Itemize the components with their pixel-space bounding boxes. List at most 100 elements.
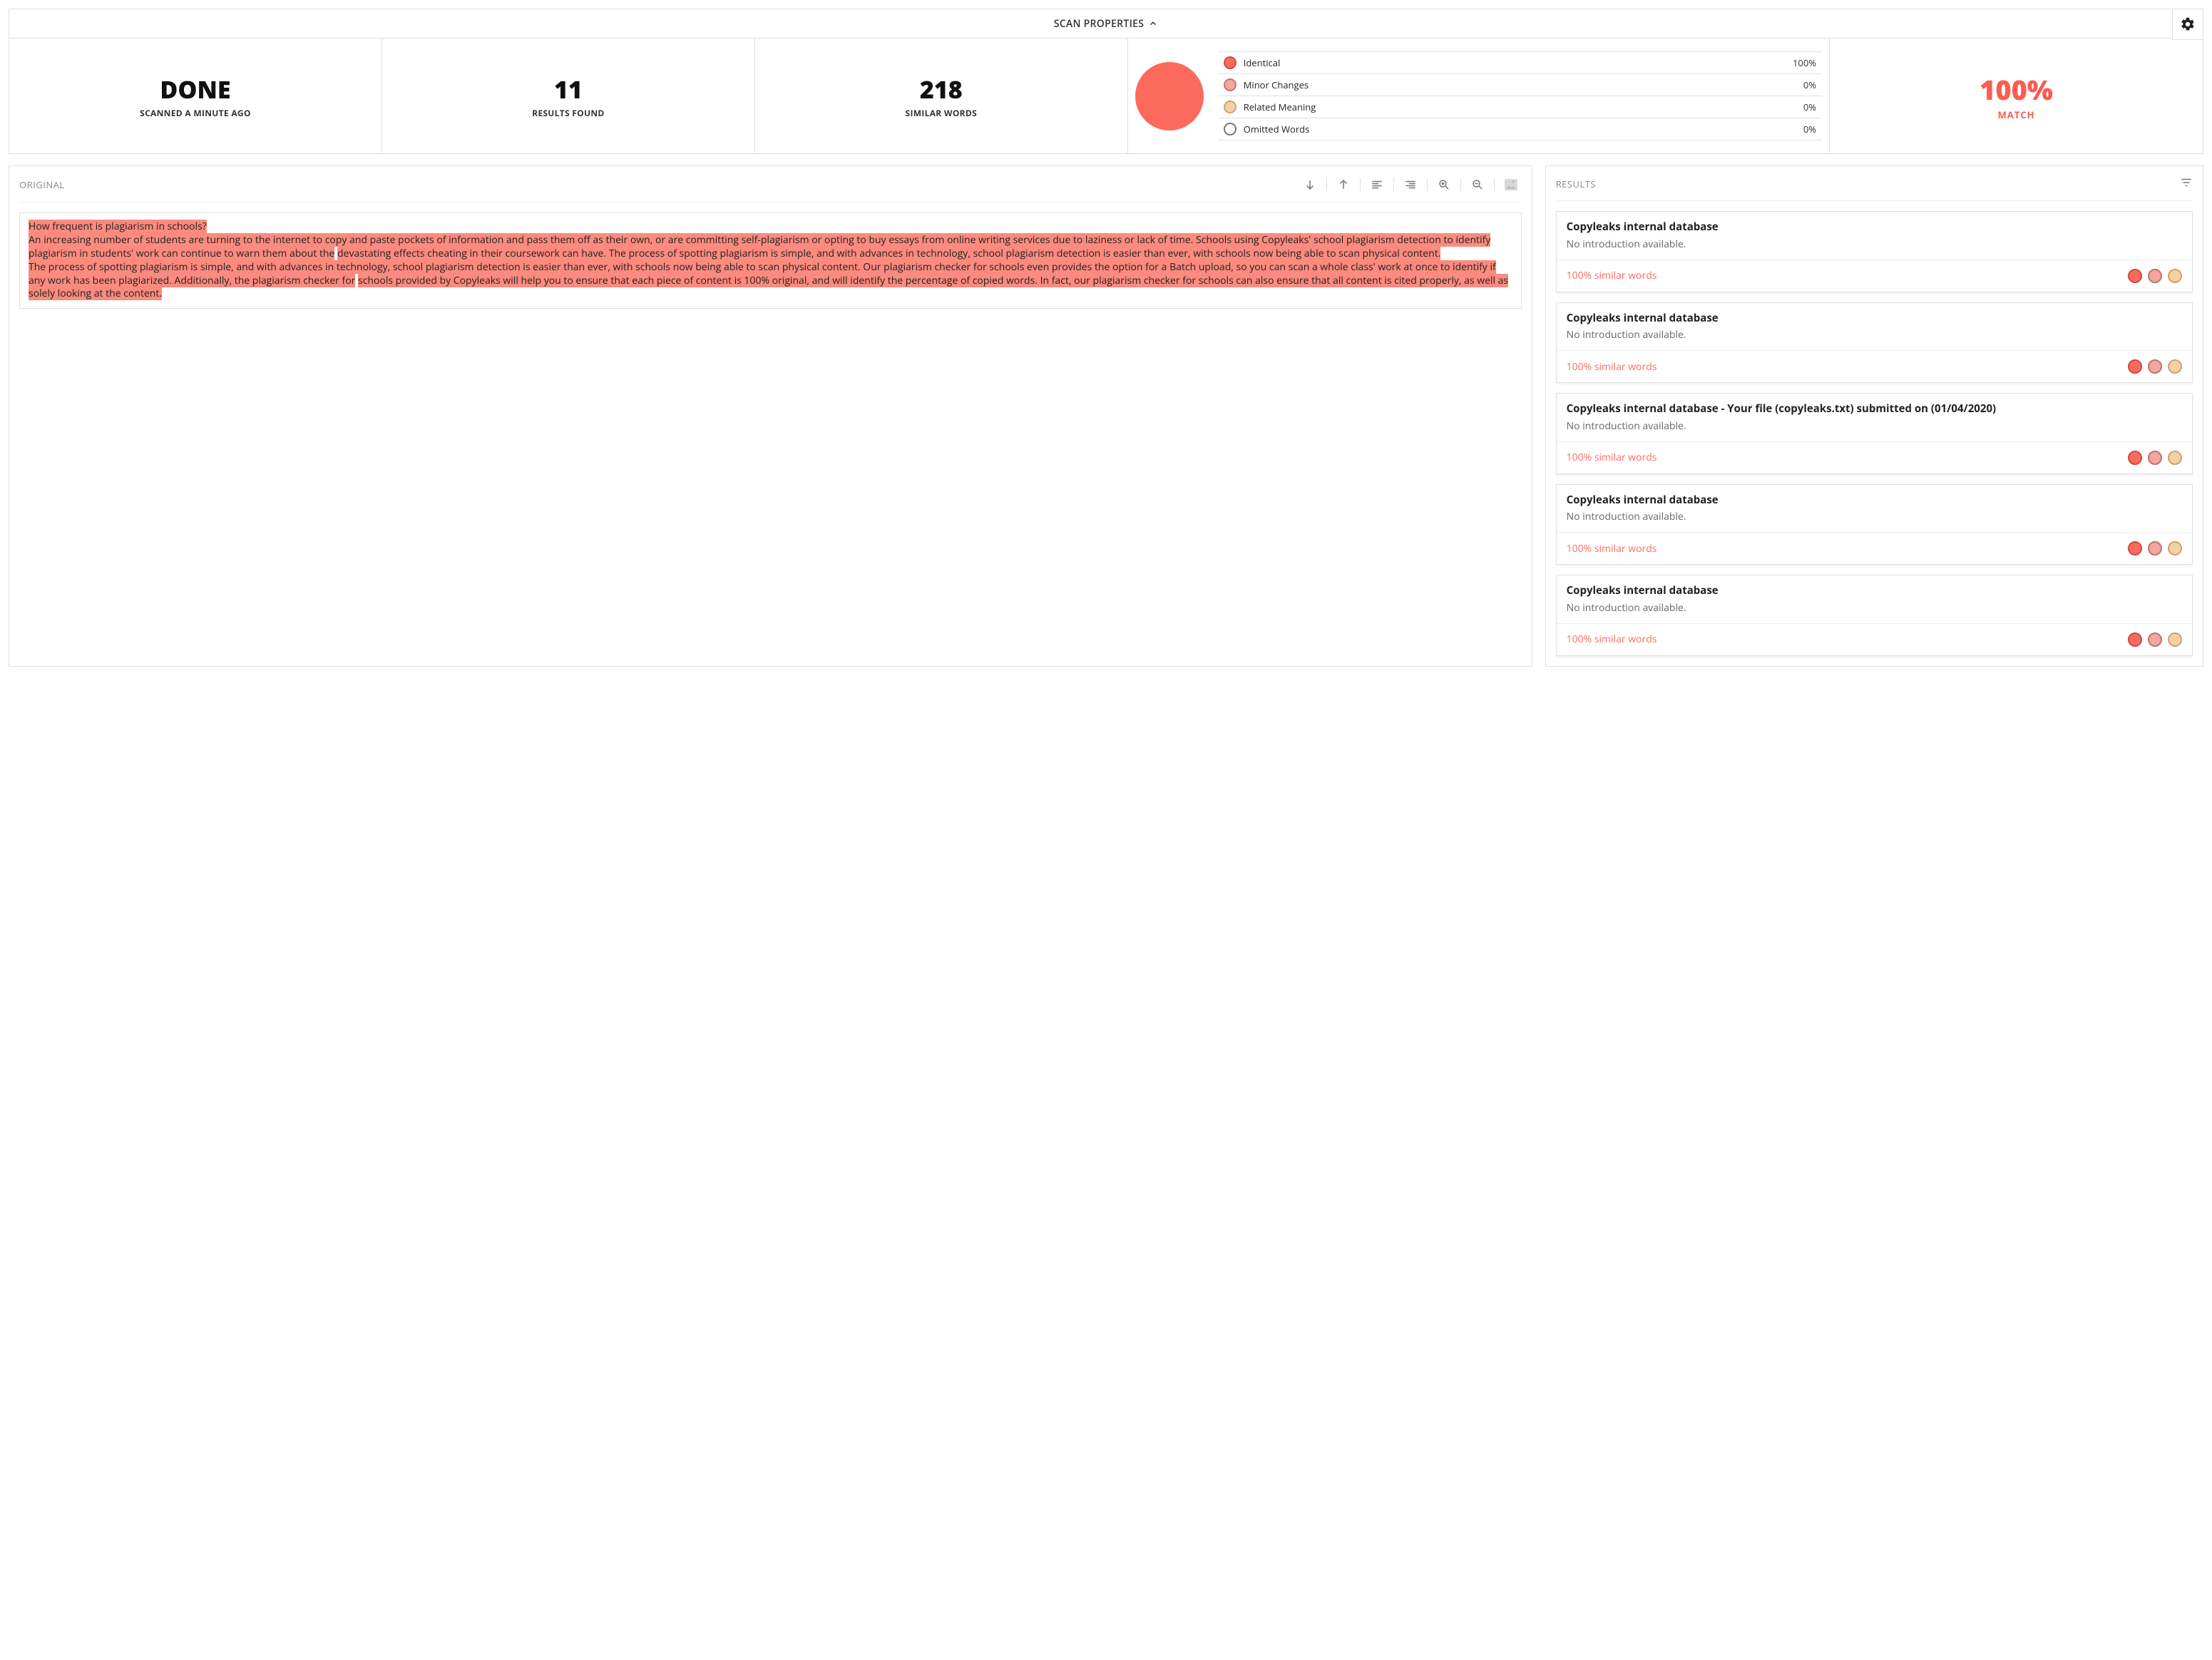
result-sub: No introduction available. — [1567, 510, 2182, 523]
align-right-icon — [1404, 178, 1417, 191]
match-cell: 100% MATCH — [1830, 39, 2203, 153]
results-pane: RESULTS Copyleaks internal databaseNo in… — [1545, 165, 2203, 667]
legend-value: 100% — [1793, 56, 1816, 69]
separator — [1427, 178, 1428, 191]
separator — [1326, 178, 1327, 191]
result-card[interactable]: Copyleaks internal database No introducti… — [1556, 484, 2193, 565]
legend-row-minor-changes[interactable]: Minor Changes 0% — [1218, 74, 1822, 96]
match-percent: 100% — [1980, 71, 2053, 108]
result-card[interactable]: Copyleaks internal database No introducti… — [1556, 575, 2193, 656]
legend-label: Omitted Words — [1244, 123, 1803, 135]
similarity-pie-chart — [1135, 62, 1204, 130]
related-meaning-dot-icon — [2168, 541, 2182, 555]
result-title: Copyleaks internal database — [1567, 312, 2182, 326]
result-title: Copyleaks internal database — [1567, 584, 2182, 598]
identical-dot-icon — [2128, 359, 2142, 374]
scan-properties-toggle[interactable]: SCAN PROPERTIES — [1054, 17, 1159, 31]
result-similarity: 100% similar words — [1567, 451, 1657, 464]
legend-swatch-icon — [1224, 78, 1236, 91]
identical-dot-icon — [2128, 451, 2142, 465]
arrow-down-icon — [1304, 178, 1316, 191]
arrow-up-icon — [1337, 178, 1350, 191]
original-header: ORIGINAL — [19, 176, 1522, 203]
related-meaning-dot-icon — [2168, 632, 2182, 647]
separator — [1360, 178, 1361, 191]
stats-row: DONE SCANNED A MINUTE AGO 11 RESULTS FOU… — [9, 39, 2203, 154]
original-toolbar — [1299, 176, 1522, 193]
similar-words-label: SIMILAR WORDS — [906, 107, 977, 119]
result-top: Copyleaks internal database No introducti… — [1557, 303, 2192, 352]
related-meaning-dot-icon — [2168, 269, 2182, 283]
status-sub: SCANNED A MINUTE AGO — [140, 107, 251, 119]
original-label: ORIGINAL — [19, 178, 65, 191]
result-sub: No introduction available. — [1567, 601, 2182, 615]
legend-row-identical[interactable]: Identical 100% — [1218, 52, 1822, 74]
legend-value: 0% — [1803, 123, 1816, 135]
scan-properties-bar: SCAN PROPERTIES — [9, 9, 2203, 39]
results-list: Copyleaks internal database No introducti… — [1556, 211, 2193, 656]
result-dots — [2128, 269, 2182, 283]
result-title: Copyleaks internal database — [1567, 220, 2182, 235]
result-dots — [2128, 359, 2182, 374]
result-dots — [2128, 632, 2182, 647]
highlighted-text: devastating effects cheating in their co… — [337, 247, 1440, 260]
result-top: Copyleaks internal database No introducti… — [1557, 485, 2192, 533]
minor-changes-dot-icon — [2148, 541, 2162, 555]
legend-swatch-icon — [1224, 101, 1236, 113]
result-bottom: 100% similar words — [1557, 533, 2192, 564]
legend-label: Identical — [1244, 56, 1793, 69]
document-card[interactable]: How frequent is plagiarism in schools? A… — [19, 212, 1522, 309]
align-left-icon — [1371, 178, 1383, 191]
image-mode-button[interactable] — [1500, 176, 1522, 193]
results-found-label: RESULTS FOUND — [532, 107, 605, 119]
result-bottom: 100% similar words — [1557, 351, 2192, 382]
result-top: Copyleaks internal database - Your file … — [1557, 394, 2192, 442]
result-dots — [2128, 541, 2182, 555]
zoom-out-button[interactable] — [1467, 176, 1488, 193]
next-match-button[interactable] — [1299, 176, 1321, 193]
separator — [1393, 178, 1394, 191]
zoom-out-icon — [1471, 178, 1484, 191]
result-bottom: 100% similar words — [1557, 442, 2192, 473]
image-icon — [1505, 179, 1517, 190]
match-label: MATCH — [1998, 108, 2035, 121]
result-sub: No introduction available. — [1567, 328, 2182, 342]
legend-label: Minor Changes — [1244, 78, 1803, 91]
legend-row-omitted-words[interactable]: Omitted Words 0% — [1218, 118, 1822, 140]
legend-row-related-meaning[interactable]: Related Meaning 0% — [1218, 96, 1822, 118]
legend-swatch-icon — [1224, 123, 1236, 135]
highlighted-text: How frequent is plagiarism in schools? — [29, 220, 207, 233]
gear-icon — [2180, 16, 2196, 32]
filter-icon — [2180, 176, 2193, 189]
similar-words-value: 218 — [920, 73, 963, 106]
status-cell: DONE SCANNED A MINUTE AGO — [9, 39, 382, 153]
identical-dot-icon — [2128, 632, 2142, 647]
minor-changes-dot-icon — [2148, 632, 2162, 647]
status-value: DONE — [160, 73, 230, 106]
legend-table: Identical 100% Minor Changes 0% Related … — [1218, 51, 1822, 140]
align-left-button[interactable] — [1366, 176, 1388, 193]
identical-dot-icon — [2128, 269, 2142, 283]
filter-button[interactable] — [2180, 176, 2193, 192]
result-similarity: 100% similar words — [1567, 632, 1657, 646]
result-card[interactable]: Copyleaks internal database No introducti… — [1556, 302, 2193, 384]
separator — [1460, 178, 1461, 191]
results-found-cell: 11 RESULTS FOUND — [382, 39, 755, 153]
settings-button[interactable] — [2172, 9, 2203, 40]
prev-match-button[interactable] — [1333, 176, 1354, 193]
zoom-in-button[interactable] — [1433, 176, 1455, 193]
result-title: Copyleaks internal database — [1567, 493, 2182, 508]
similar-words-cell: 218 SIMILAR WORDS — [755, 39, 1128, 153]
result-similarity: 100% similar words — [1567, 269, 1657, 282]
related-meaning-dot-icon — [2168, 359, 2182, 374]
result-card[interactable]: Copyleaks internal database - Your file … — [1556, 393, 2193, 474]
result-top: Copyleaks internal databaseNo introducti… — [1557, 212, 2192, 260]
chevron-up-icon — [1148, 19, 1158, 29]
result-bottom: 100% similar words — [1557, 624, 2192, 655]
result-sub: No introduction available. — [1567, 419, 2182, 433]
align-right-button[interactable] — [1400, 176, 1421, 193]
result-card[interactable]: Copyleaks internal databaseNo introducti… — [1556, 211, 2193, 292]
result-dots — [2128, 451, 2182, 465]
legend-swatch-icon — [1224, 56, 1236, 69]
legend-value: 0% — [1803, 78, 1816, 91]
